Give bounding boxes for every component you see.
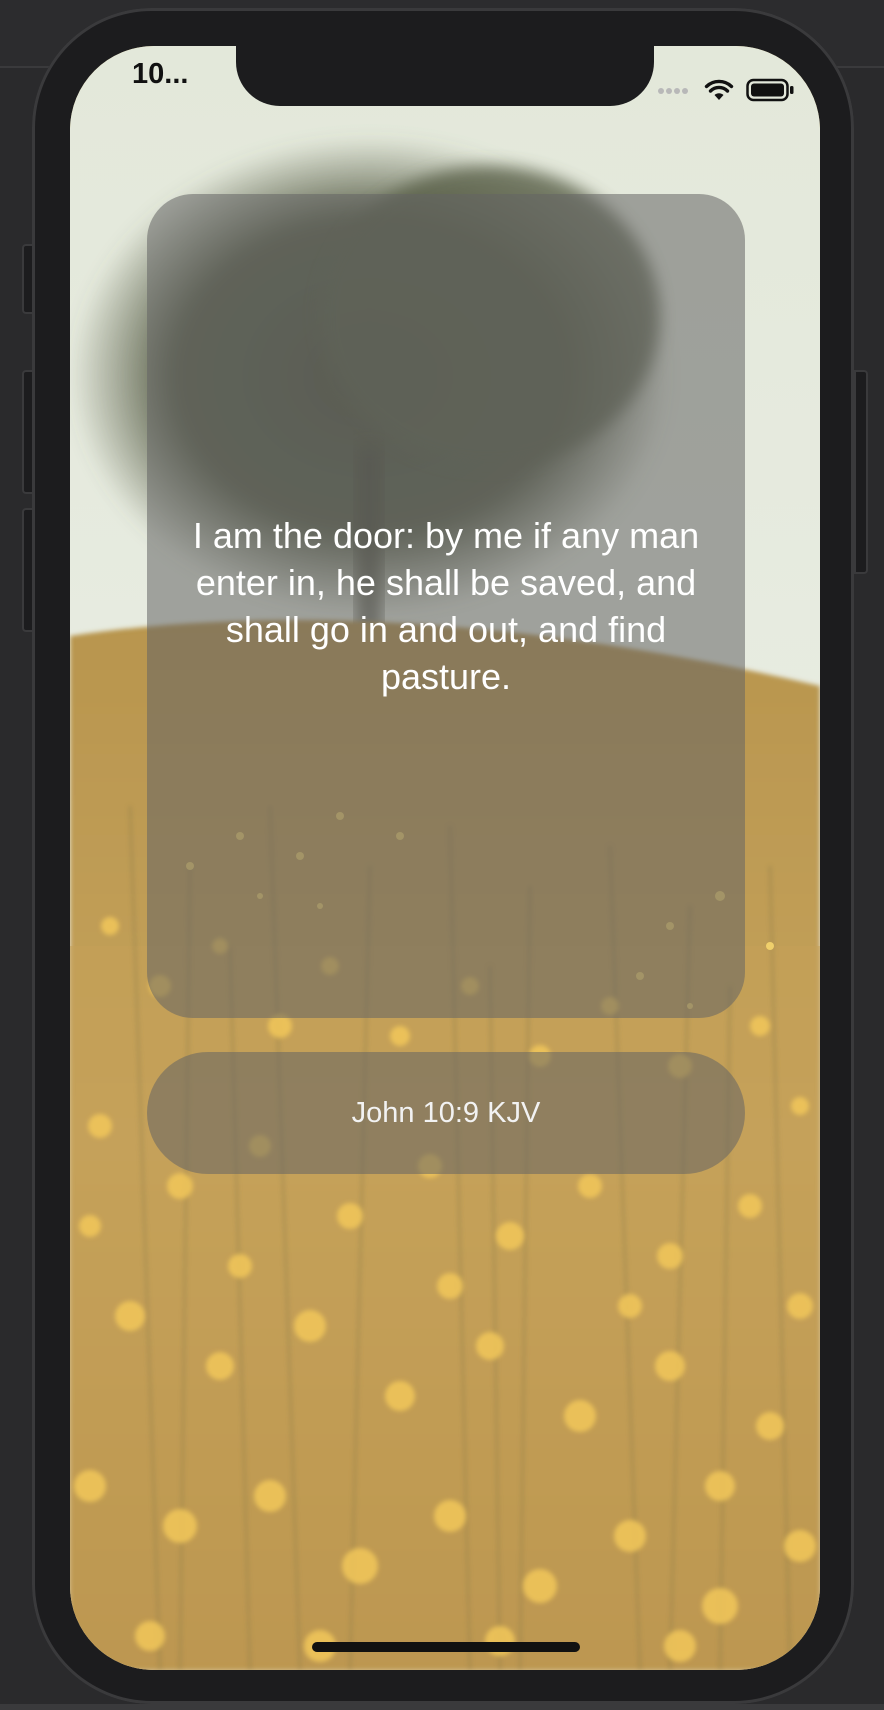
status-time: 10... bbox=[132, 58, 189, 90]
power-button bbox=[854, 370, 868, 574]
reference-card: John 10:9 KJV bbox=[147, 1052, 745, 1174]
simulator-bottom-edge bbox=[0, 1704, 884, 1710]
phone-screen: 10... I am the door: by me if any man en… bbox=[70, 46, 820, 1670]
verse-card: I am the door: by me if any man enter in… bbox=[147, 194, 745, 1018]
verse-reference: John 10:9 KJV bbox=[351, 1096, 541, 1129]
notch bbox=[236, 46, 654, 106]
status-icons bbox=[658, 78, 798, 106]
wifi-icon bbox=[704, 79, 734, 100]
battery-icon bbox=[746, 78, 794, 102]
home-indicator[interactable] bbox=[312, 1642, 580, 1652]
verse-text: I am the door: by me if any man enter in… bbox=[192, 515, 700, 697]
